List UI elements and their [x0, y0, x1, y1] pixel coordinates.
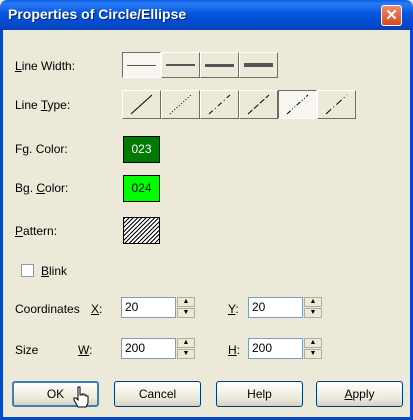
spin-up-icon[interactable]: ▲	[177, 338, 195, 348]
y-label: Y:	[228, 302, 239, 316]
bg-color-label: Bg. Color:	[15, 181, 69, 195]
width-input[interactable]: 200	[121, 338, 176, 359]
line-width-label: Line Width:	[15, 59, 76, 73]
long-dash-dot-line-icon	[325, 94, 348, 115]
line-type-dashed-button[interactable]	[239, 90, 278, 119]
title-bar[interactable]: Properties of Circle/Ellipse ✕	[0, 0, 413, 30]
x-coordinate-input[interactable]: 20	[121, 297, 176, 318]
thick-line-icon	[205, 64, 234, 67]
y-spinner[interactable]: ▲ ▼	[304, 297, 322, 318]
spin-up-icon[interactable]: ▲	[177, 297, 195, 307]
h-label: H:	[228, 343, 241, 357]
spin-down-icon[interactable]: ▼	[177, 349, 195, 359]
line-type-solid-button[interactable]	[122, 90, 161, 119]
blink-label: Blink	[41, 264, 68, 278]
width-spinner[interactable]: ▲ ▼	[177, 338, 195, 359]
bg-color-code: 024	[131, 181, 152, 195]
fg-color-label: Fg. Color:	[15, 142, 68, 156]
hand-cursor-icon	[73, 386, 89, 408]
dash-dot-dot-line-icon	[286, 94, 309, 115]
bg-color-swatch[interactable]: 024	[123, 175, 160, 202]
x-label: X:	[91, 302, 103, 316]
line-width-thick-button[interactable]	[200, 52, 239, 78]
dash-dot-line-icon	[208, 94, 231, 115]
spin-down-icon[interactable]: ▼	[304, 308, 322, 318]
spin-up-icon[interactable]: ▲	[304, 338, 322, 348]
thin-line-icon	[127, 65, 156, 66]
pattern-swatch[interactable]	[123, 217, 160, 244]
spin-up-icon[interactable]: ▲	[304, 297, 322, 307]
w-label: W:	[78, 343, 93, 357]
dashed-line-icon	[247, 94, 270, 115]
coordinates-label: Coordinates	[15, 302, 80, 316]
line-width-thickest-button[interactable]	[239, 52, 278, 78]
apply-button[interactable]: Apply	[316, 381, 403, 407]
fg-color-code: 023	[131, 142, 152, 156]
line-type-dash-dot-dot-button[interactable]	[278, 90, 317, 119]
height-input[interactable]: 200	[248, 338, 303, 359]
line-type-dash-dot-button[interactable]	[200, 90, 239, 119]
dotted-line-icon	[169, 94, 192, 115]
spin-down-icon[interactable]: ▼	[304, 349, 322, 359]
line-type-long-dash-dot-button[interactable]	[317, 90, 356, 119]
line-width-medium-button[interactable]	[161, 52, 200, 78]
blink-checkbox[interactable]	[21, 264, 34, 277]
pattern-label: Pattern:	[15, 224, 58, 238]
y-coordinate-input[interactable]: 20	[248, 297, 303, 318]
line-width-thin-button[interactable]	[122, 52, 161, 78]
x-spinner[interactable]: ▲ ▼	[177, 297, 195, 318]
line-type-dotted-button[interactable]	[161, 90, 200, 119]
cancel-button[interactable]: Cancel	[114, 381, 201, 407]
thickest-line-icon	[244, 63, 273, 67]
help-button[interactable]: Help	[216, 381, 303, 407]
close-button[interactable]: ✕	[381, 5, 402, 26]
line-type-label: Line Type:	[15, 98, 71, 112]
medium-line-icon	[166, 64, 195, 66]
close-icon: ✕	[385, 7, 398, 24]
solid-line-icon	[130, 94, 153, 115]
fg-color-swatch[interactable]: 023	[123, 136, 160, 163]
spin-down-icon[interactable]: ▼	[177, 308, 195, 318]
size-label: Size	[15, 343, 39, 357]
window-title: Properties of Circle/Ellipse	[8, 6, 187, 22]
height-spinner[interactable]: ▲ ▼	[304, 338, 322, 359]
dialog-body	[0, 30, 413, 420]
